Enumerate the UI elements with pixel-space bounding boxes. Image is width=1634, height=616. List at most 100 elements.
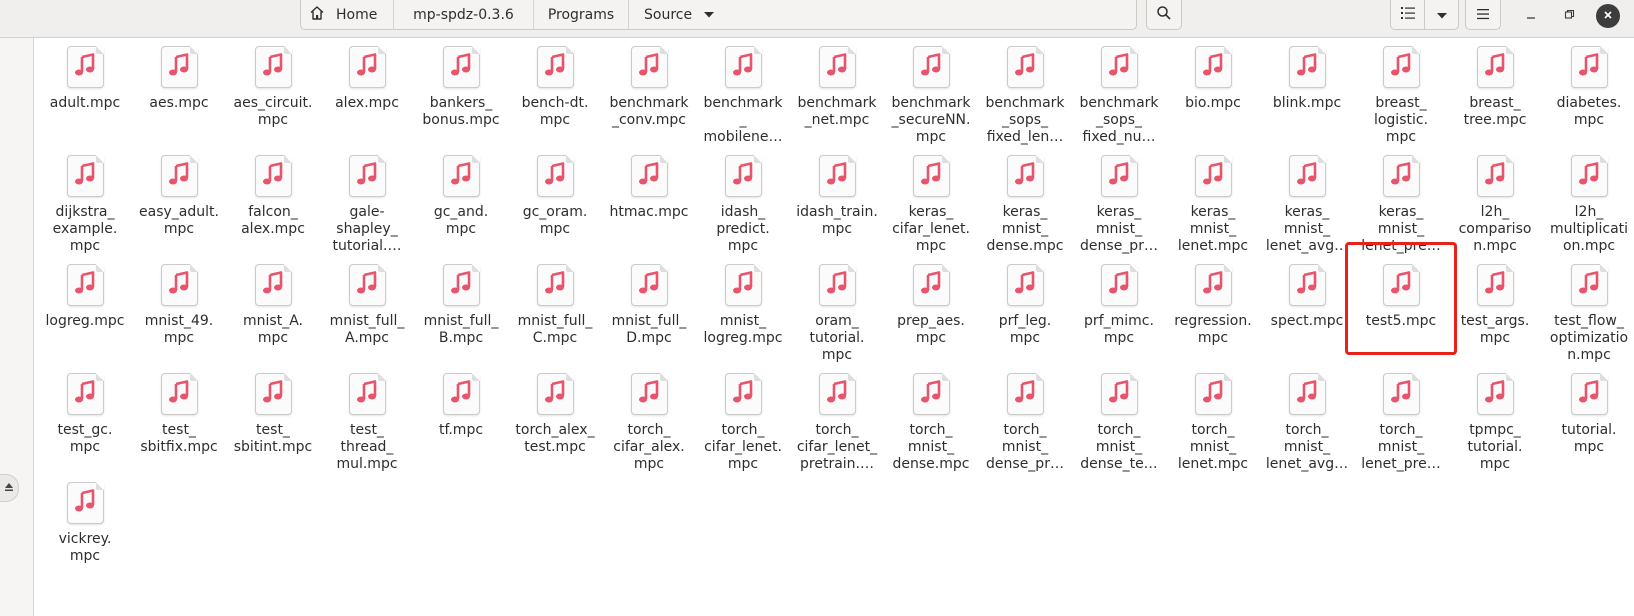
- file-item[interactable]: torch_ mnist_ lenet.mpc: [1166, 369, 1260, 478]
- file-item[interactable]: torch_ mnist_ dense.mpc: [884, 369, 978, 478]
- file-item[interactable]: torch_ mnist_ lenet_pre…: [1354, 369, 1448, 478]
- music-file-icon: [1288, 46, 1326, 88]
- file-item[interactable]: prf_mimc. mpc: [1072, 260, 1166, 369]
- file-item[interactable]: vickrey. mpc: [38, 478, 132, 587]
- file-name: bio.mpc: [1185, 95, 1241, 111]
- file-item[interactable]: torch_ cifar_alex. mpc: [602, 369, 696, 478]
- file-item[interactable]: l2h_ compariso n.mpc: [1448, 151, 1542, 260]
- file-item[interactable]: mnist_full_ C.mpc: [508, 260, 602, 369]
- search-button[interactable]: [1146, 0, 1182, 30]
- file-item[interactable]: torch_ cifar_lenet. mpc: [696, 369, 790, 478]
- music-note-icon: [920, 53, 942, 81]
- breadcrumb-source[interactable]: Source: [628, 0, 729, 30]
- file-item[interactable]: aes.mpc: [132, 42, 226, 151]
- music-note-icon: [356, 162, 378, 190]
- file-item[interactable]: keras_ mnist_ lenet_avg…: [1260, 151, 1354, 260]
- music-note-icon: [1578, 53, 1600, 81]
- file-item[interactable]: htmac.mpc: [602, 151, 696, 260]
- file-item[interactable]: torch_ cifar_lenet_ pretrain.…: [790, 369, 884, 478]
- file-item[interactable]: gc_oram. mpc: [508, 151, 602, 260]
- close-button[interactable]: [1596, 4, 1620, 28]
- music-note-icon: [1202, 53, 1224, 81]
- file-item[interactable]: spect.mpc: [1260, 260, 1354, 369]
- file-item[interactable]: easy_adult. mpc: [132, 151, 226, 260]
- file-item[interactable]: torch_ mnist_ lenet_avg…: [1260, 369, 1354, 478]
- file-item[interactable]: mnist_A. mpc: [226, 260, 320, 369]
- file-item[interactable]: prf_leg. mpc: [978, 260, 1072, 369]
- file-name: idash_train. mpc: [796, 204, 878, 237]
- file-item[interactable]: regression. mpc: [1166, 260, 1260, 369]
- music-file-icon: [818, 155, 856, 197]
- music-note-icon: [168, 271, 190, 299]
- file-item[interactable]: adult.mpc: [38, 42, 132, 151]
- file-item[interactable]: dijkstra_ example. mpc: [38, 151, 132, 260]
- breadcrumb-programs[interactable]: Programs: [533, 0, 628, 30]
- eject-button[interactable]: [0, 474, 19, 502]
- chevron-down-icon[interactable]: [703, 7, 715, 23]
- view-options-button[interactable]: [1424, 0, 1459, 30]
- file-item[interactable]: l2h_ multiplicati on.mpc: [1542, 151, 1634, 260]
- file-item[interactable]: breast_ tree.mpc: [1448, 42, 1542, 151]
- file-item[interactable]: keras_ mnist_ lenet.mpc: [1166, 151, 1260, 260]
- file-item[interactable]: keras_ mnist_ dense_pr…: [1072, 151, 1166, 260]
- file-item[interactable]: benchmark _conv.mpc: [602, 42, 696, 151]
- file-item[interactable]: keras_ cifar_lenet. mpc: [884, 151, 978, 260]
- file-item[interactable]: tutorial. mpc: [1542, 369, 1634, 478]
- file-item[interactable]: benchmark _net.mpc: [790, 42, 884, 151]
- main-menu-button[interactable]: [1465, 0, 1501, 30]
- file-item[interactable]: test_flow_ optimizatio n.mpc: [1542, 260, 1634, 369]
- file-name: tpmpc_ tutorial. mpc: [1467, 422, 1523, 472]
- file-item[interactable]: test_ sbitfix.mpc: [132, 369, 226, 478]
- file-name: test_flow_ optimizatio n.mpc: [1549, 313, 1629, 363]
- file-item[interactable]: mnist_full_ A.mpc: [320, 260, 414, 369]
- file-name: spect.mpc: [1270, 313, 1344, 329]
- file-item[interactable]: benchmark _sops_ fixed_len…: [978, 42, 1072, 151]
- music-note-icon: [544, 380, 566, 408]
- file-item[interactable]: blink.mpc: [1260, 42, 1354, 151]
- file-item[interactable]: mnist_full_ D.mpc: [602, 260, 696, 369]
- file-item[interactable]: gc_and. mpc: [414, 151, 508, 260]
- file-item[interactable]: torch_ mnist_ dense_te…: [1072, 369, 1166, 478]
- file-item[interactable]: test_ thread_ mul.mpc: [320, 369, 414, 478]
- file-item[interactable]: mnist_49. mpc: [132, 260, 226, 369]
- breadcrumb-mp-spdz[interactable]: mp-spdz-0.3.6: [393, 0, 533, 30]
- file-item[interactable]: prep_aes. mpc: [884, 260, 978, 369]
- file-item[interactable]: breast_ logistic. mpc: [1354, 42, 1448, 151]
- file-item[interactable]: benchmark _ mobilene…: [696, 42, 790, 151]
- file-item[interactable]: bankers_ bonus.mpc: [414, 42, 508, 151]
- breadcrumb-home[interactable]: Home: [301, 0, 393, 30]
- file-item[interactable]: oram_ tutorial. mpc: [790, 260, 884, 369]
- music-file-icon: [160, 373, 198, 415]
- file-item[interactable]: gale- shapley_ tutorial.…: [320, 151, 414, 260]
- file-item[interactable]: mnist_ logreg.mpc: [696, 260, 790, 369]
- file-item[interactable]: alex.mpc: [320, 42, 414, 151]
- file-item[interactable]: mnist_full_ B.mpc: [414, 260, 508, 369]
- file-item[interactable]: diabetes. mpc: [1542, 42, 1634, 151]
- file-item[interactable]: test_args. mpc: [1448, 260, 1542, 369]
- file-item[interactable]: idash_train. mpc: [790, 151, 884, 260]
- maximize-button[interactable]: [1557, 4, 1581, 28]
- file-name: aes_circuit. mpc: [233, 95, 313, 128]
- file-item[interactable]: falcon_ alex.mpc: [226, 151, 320, 260]
- list-view-button[interactable]: [1390, 0, 1425, 30]
- file-item[interactable]: idash_ predict. mpc: [696, 151, 790, 260]
- file-item[interactable]: tf.mpc: [414, 369, 508, 478]
- file-item[interactable]: benchmark _secureNN. mpc: [884, 42, 978, 151]
- pathbar-empty-area[interactable]: [720, 0, 1137, 30]
- music-file-icon: [1006, 46, 1044, 88]
- file-item[interactable]: torch_ mnist_ dense_pr…: [978, 369, 1072, 478]
- music-file-icon: [536, 155, 574, 197]
- file-item[interactable]: logreg.mpc: [38, 260, 132, 369]
- file-item[interactable]: aes_circuit. mpc: [226, 42, 320, 151]
- file-item[interactable]: benchmark _sops_ fixed_nu…: [1072, 42, 1166, 151]
- file-item[interactable]: test_ sbitint.mpc: [226, 369, 320, 478]
- file-item[interactable]: tpmpc_ tutorial. mpc: [1448, 369, 1542, 478]
- file-name: breast_ tree.mpc: [1463, 95, 1527, 128]
- file-item[interactable]: bench-dt. mpc: [508, 42, 602, 151]
- file-item[interactable]: torch_alex_ test.mpc: [508, 369, 602, 478]
- file-item[interactable]: keras_ mnist_ dense.mpc: [978, 151, 1072, 260]
- file-name: torch_ mnist_ lenet.mpc: [1177, 422, 1249, 472]
- file-item[interactable]: bio.mpc: [1166, 42, 1260, 151]
- file-item[interactable]: test_gc. mpc: [38, 369, 132, 478]
- minimize-button[interactable]: [1519, 4, 1543, 28]
